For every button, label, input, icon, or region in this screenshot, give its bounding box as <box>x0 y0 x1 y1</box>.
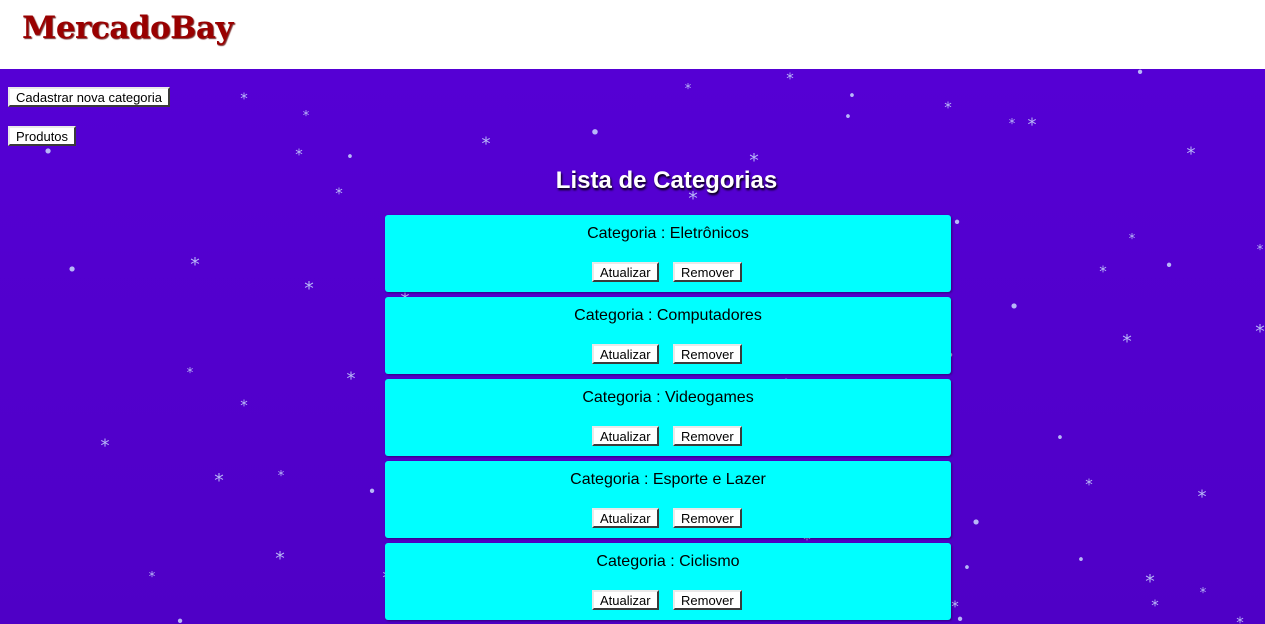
category-name: Categoria : Videogames <box>385 389 951 407</box>
remove-button[interactable]: Remover <box>673 590 742 610</box>
update-button[interactable]: Atualizar <box>592 344 659 364</box>
star-decoration: • <box>844 110 852 125</box>
star-decoration: * <box>304 278 314 300</box>
category-name: Categoria : Eletrônicos <box>385 225 951 243</box>
category-prefix: Categoria : <box>570 471 653 488</box>
star-decoration: * <box>1236 613 1244 624</box>
category-card: Categoria : Computadores Atualizar Remov… <box>385 297 951 374</box>
star-decoration: * <box>951 597 959 615</box>
star-decoration: * <box>214 470 224 492</box>
star-decoration: * <box>240 89 248 107</box>
update-button[interactable]: Atualizar <box>592 426 659 446</box>
star-decoration: * <box>190 254 200 276</box>
star-decoration: * <box>295 145 303 163</box>
star-decoration: • <box>1136 69 1145 81</box>
star-decoration: * <box>1085 475 1093 493</box>
star-decoration: • <box>176 612 185 624</box>
star-decoration: • <box>848 89 856 104</box>
star-decoration: * <box>1187 143 1196 164</box>
star-decoration: • <box>346 150 354 165</box>
star-decoration: * <box>149 570 156 585</box>
star-decoration: • <box>971 512 982 533</box>
category-name: Categoria : Esporte e Lazer <box>385 471 951 489</box>
star-decoration: * <box>240 396 248 414</box>
category-card: Categoria : Ciclismo Atualizar Remover <box>385 543 951 620</box>
category-value: Videogames <box>665 389 754 406</box>
main-area: *•**•**•**•**•**•**•**•**•**•**•**•**•**… <box>0 69 1265 624</box>
star-decoration: * <box>278 469 285 484</box>
category-card: Categoria : Esporte e Lazer Atualizar Re… <box>385 461 951 538</box>
star-decoration: • <box>1056 431 1064 446</box>
star-decoration: • <box>589 122 600 144</box>
star-decoration: * <box>1145 571 1155 593</box>
star-decoration: * <box>1200 586 1207 601</box>
brand-logo: MercadoBay <box>22 10 234 46</box>
star-decoration: • <box>368 482 377 500</box>
update-button[interactable]: Atualizar <box>592 508 659 528</box>
category-prefix: Categoria : <box>574 307 657 324</box>
star-decoration: * <box>1122 331 1132 353</box>
category-name: Categoria : Computadores <box>385 307 951 325</box>
star-decoration: * <box>1028 114 1037 135</box>
new-category-button[interactable]: Cadastrar nova categoria <box>8 87 170 107</box>
category-value: Eletrônicos <box>669 225 749 242</box>
products-button[interactable]: Produtos <box>8 126 77 146</box>
star-decoration: * <box>1009 117 1016 132</box>
remove-button[interactable]: Remover <box>673 262 742 282</box>
category-card: Categoria : Videogames Atualizar Remover <box>385 379 951 456</box>
star-decoration: • <box>956 610 965 624</box>
star-decoration: * <box>685 82 692 97</box>
star-decoration: * <box>1255 321 1265 343</box>
update-button[interactable]: Atualizar <box>592 590 659 610</box>
star-decoration: * <box>1151 596 1159 614</box>
star-decoration: • <box>1077 553 1085 568</box>
category-value: Computadores <box>656 307 762 324</box>
category-value: Esporte e Lazer <box>652 471 766 488</box>
star-decoration: * <box>1257 243 1264 258</box>
star-decoration: • <box>1165 256 1174 274</box>
star-decoration: * <box>1129 232 1136 247</box>
remove-button[interactable]: Remover <box>673 426 742 446</box>
star-decoration: * <box>482 133 491 154</box>
star-decoration: • <box>963 561 971 576</box>
star-decoration: • <box>67 259 78 280</box>
star-decoration: • <box>953 213 962 231</box>
update-button[interactable]: Atualizar <box>592 262 659 282</box>
star-decoration: * <box>1099 262 1107 280</box>
star-decoration: • <box>1009 296 1020 317</box>
star-decoration: * <box>944 98 952 116</box>
star-decoration: * <box>347 368 356 389</box>
page-title: Lista de Categorias <box>555 167 778 194</box>
star-decoration: * <box>786 69 794 87</box>
category-prefix: Categoria : <box>596 553 680 570</box>
category-value: Ciclismo <box>679 553 740 570</box>
star-decoration: * <box>275 548 285 570</box>
star-decoration: * <box>303 109 310 124</box>
category-prefix: Categoria : <box>582 389 666 406</box>
category-card: Categoria : Eletrônicos Atualizar Remove… <box>385 215 951 292</box>
site-header: MercadoBay <box>0 0 1265 69</box>
star-decoration: * <box>187 366 194 381</box>
category-name: Categoria : Ciclismo <box>385 553 951 571</box>
remove-button[interactable]: Remover <box>673 344 742 364</box>
star-decoration: * <box>1198 486 1207 507</box>
category-list: Categoria : Eletrônicos Atualizar Remove… <box>385 215 951 624</box>
category-prefix: Categoria : <box>587 225 670 242</box>
remove-button[interactable]: Remover <box>673 508 742 528</box>
star-decoration: * <box>101 435 110 456</box>
